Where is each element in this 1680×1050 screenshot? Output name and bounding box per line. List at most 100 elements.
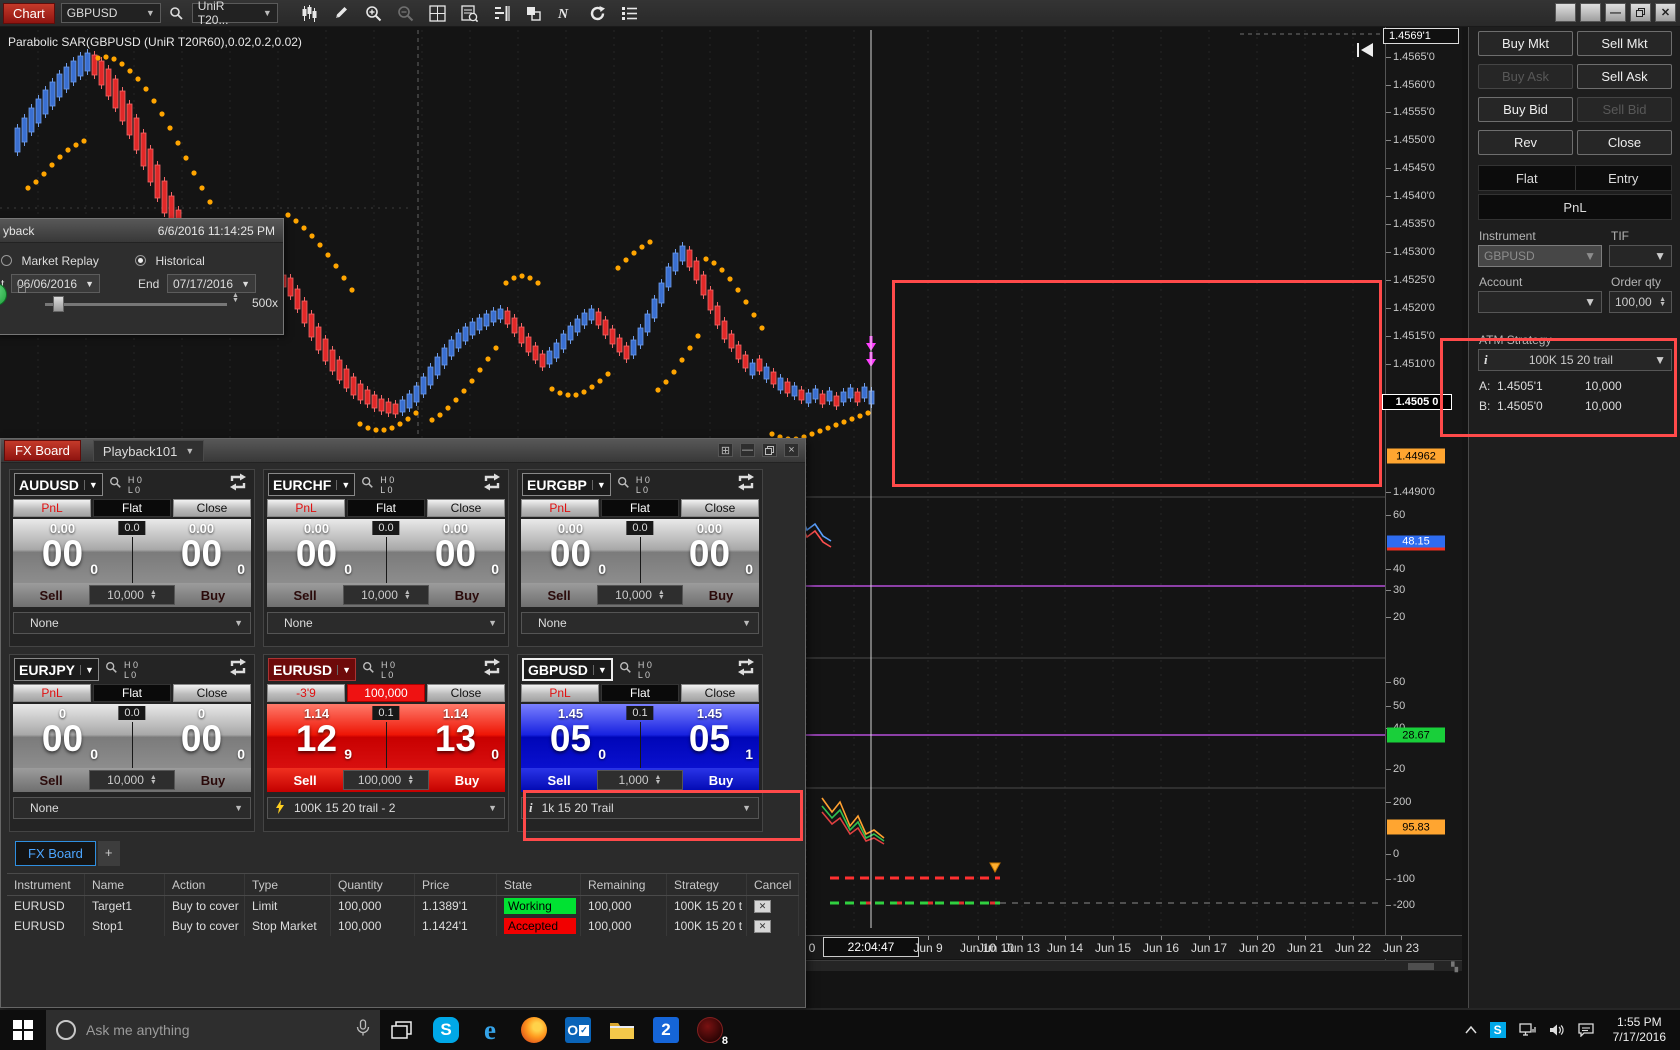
ninjatrader-icon[interactable]: 8 bbox=[688, 1010, 732, 1050]
blank-icon[interactable] bbox=[1555, 3, 1576, 22]
workspace-tab[interactable]: Playback101 ▼ bbox=[92, 440, 205, 461]
start-button[interactable] bbox=[0, 1010, 46, 1050]
playback-window[interactable]: yback 6/6/2016 11:14:25 PM Market Replay… bbox=[0, 218, 284, 335]
column-header-strategy[interactable]: Strategy bbox=[667, 874, 747, 895]
zoom-in-icon[interactable] bbox=[364, 4, 383, 23]
quantity-input[interactable]: 10,000 ▲ ▼ bbox=[89, 770, 175, 790]
minimize-icon[interactable]: — bbox=[740, 443, 755, 457]
position-button[interactable]: 100,000 bbox=[347, 684, 425, 702]
order-row[interactable]: EURUSD Target1 Buy to cover Limit 100,000 1.1… bbox=[7, 896, 799, 916]
speed-slider-track[interactable] bbox=[45, 303, 227, 306]
strategy-select[interactable]: 100K 15 20 trail - 2 ▼ bbox=[267, 797, 505, 819]
cortana-search-box[interactable]: Ask me anything bbox=[46, 1010, 380, 1050]
search-icon[interactable] bbox=[361, 476, 374, 494]
fx-board-titlebar[interactable]: FX Board Playback101 ▼ ⊞ — × bbox=[1, 439, 805, 463]
instrument-link-icon[interactable] bbox=[736, 473, 756, 496]
fx-board-chip[interactable]: FX Board bbox=[4, 440, 81, 461]
quantity-input[interactable]: 10,000 ▲ ▼ bbox=[89, 585, 175, 605]
restore-icon[interactable] bbox=[762, 443, 777, 457]
task-view-icon[interactable] bbox=[380, 1010, 424, 1050]
buy-button[interactable]: Buy bbox=[683, 773, 759, 788]
search-icon[interactable] bbox=[109, 476, 122, 494]
order-qty-input[interactable]: 100,00 ▲ ▼ bbox=[1609, 291, 1672, 313]
close-button[interactable]: Close bbox=[173, 684, 251, 702]
instrument-link-icon[interactable] bbox=[482, 658, 502, 681]
search-icon[interactable] bbox=[617, 476, 630, 494]
column-header-state[interactable]: State bbox=[497, 874, 581, 895]
sell-ask-button[interactable]: Sell Ask bbox=[1577, 64, 1672, 89]
checkbox[interactable] bbox=[18, 285, 26, 293]
play-button[interactable] bbox=[0, 283, 7, 306]
ninjascript-icon[interactable]: N bbox=[556, 4, 575, 23]
instrument-select[interactable]: GBPUSD ▼ bbox=[1478, 245, 1602, 267]
column-header-cancel[interactable]: Cancel bbox=[747, 874, 799, 895]
search-icon[interactable] bbox=[619, 661, 632, 679]
chart-trader-icon[interactable] bbox=[460, 4, 479, 23]
resize-grip-icon[interactable]: ▚ bbox=[1451, 962, 1458, 973]
volume-icon[interactable] bbox=[1549, 1023, 1565, 1037]
order-row[interactable]: EURUSD Stop1 Buy to cover Stop Market 100,00… bbox=[7, 916, 799, 936]
sell-button[interactable]: Sell bbox=[521, 588, 597, 603]
search-icon[interactable] bbox=[362, 661, 375, 679]
entry-button[interactable]: Entry bbox=[1576, 166, 1672, 190]
pnl-button[interactable]: PnL bbox=[267, 499, 345, 517]
instrument-dropdown[interactable]: GBPUSD ▼ bbox=[60, 3, 161, 23]
buy-mkt-button[interactable]: Buy Mkt bbox=[1478, 31, 1573, 56]
price-axis[interactable]: 1.4569'1 1.4505 0 1.4565'0 1.4560'0 1.4555… bbox=[1382, 27, 1462, 970]
close-icon[interactable]: × bbox=[784, 443, 799, 457]
radio-icon[interactable] bbox=[1, 255, 12, 266]
close-button[interactable]: Close bbox=[681, 499, 759, 517]
file-explorer-icon[interactable] bbox=[600, 1010, 644, 1050]
buy-ask-button[interactable]: Buy Ask bbox=[1478, 64, 1573, 89]
column-header-instrument[interactable]: Instrument bbox=[7, 874, 85, 895]
sell-mkt-button[interactable]: Sell Mkt bbox=[1577, 31, 1672, 56]
sell-button[interactable]: Sell bbox=[267, 773, 343, 788]
market-replay-radio[interactable]: Market Replay bbox=[1, 252, 99, 270]
skype-tray-icon[interactable]: S bbox=[1489, 1022, 1506, 1038]
sell-price-panel[interactable]: 0.00 00 0 bbox=[13, 519, 112, 583]
sell-bid-button[interactable]: Sell Bid bbox=[1577, 97, 1672, 122]
pnl-button[interactable]: -3'9 bbox=[267, 684, 345, 702]
column-header-name[interactable]: Name bbox=[85, 874, 165, 895]
sell-button[interactable]: Sell bbox=[521, 773, 597, 788]
buy-price-panel[interactable]: 1.45 05 1 bbox=[660, 704, 759, 768]
reload-icon[interactable] bbox=[588, 4, 607, 23]
symbol-dropdown[interactable]: EURGBP ▼ bbox=[522, 473, 611, 496]
search-icon[interactable] bbox=[105, 661, 118, 679]
pnl-button[interactable]: PnL bbox=[1478, 194, 1672, 220]
close-icon[interactable]: ✕ bbox=[1655, 3, 1676, 22]
position-button[interactable]: Flat bbox=[601, 499, 679, 517]
tray-expand-icon[interactable] bbox=[1465, 1026, 1477, 1034]
instrument-link-icon[interactable] bbox=[228, 473, 248, 496]
radio-selected-icon[interactable] bbox=[135, 255, 146, 266]
buy-button[interactable]: Buy bbox=[683, 588, 759, 603]
chart-window-chip[interactable]: Chart bbox=[3, 2, 55, 24]
pnl-button[interactable]: PnL bbox=[521, 499, 599, 517]
end-date-select[interactable]: 07/17/2016 ▼ bbox=[167, 274, 256, 293]
symbol-dropdown[interactable]: GBPUSD ▼ bbox=[522, 658, 613, 681]
strategy-select[interactable]: None ▼ bbox=[521, 612, 759, 634]
fx-board-window[interactable]: FX Board Playback101 ▼ ⊞ — × AUDUSD ▼ H 0… bbox=[0, 438, 806, 1008]
symbol-dropdown[interactable]: EURJPY ▼ bbox=[14, 658, 99, 681]
list-icon[interactable] bbox=[620, 4, 639, 23]
zoom-out-icon[interactable] bbox=[396, 4, 415, 23]
symbol-dropdown[interactable]: AUDUSD ▼ bbox=[14, 473, 103, 496]
close-button[interactable]: Close bbox=[427, 684, 505, 702]
sell-button[interactable]: Sell bbox=[13, 588, 89, 603]
pnl-button[interactable]: PnL bbox=[13, 499, 91, 517]
position-button[interactable]: Flat bbox=[93, 684, 171, 702]
scrollbar-handle[interactable] bbox=[1408, 963, 1434, 970]
close-button[interactable]: Close bbox=[681, 684, 759, 702]
rev-button[interactable]: Rev bbox=[1478, 130, 1573, 155]
column-header-quantity[interactable]: Quantity bbox=[331, 874, 415, 895]
buy-price-panel[interactable]: 0.00 00 0 bbox=[406, 519, 505, 583]
buy-price-panel[interactable]: 0.00 00 0 bbox=[152, 519, 251, 583]
grid-icon[interactable] bbox=[428, 4, 447, 23]
symbol-dropdown[interactable]: EURCHF ▼ bbox=[268, 473, 356, 496]
buy-price-panel[interactable]: 0 00 0 bbox=[152, 704, 251, 768]
quantity-input[interactable]: 100,000 ▲ ▼ bbox=[343, 770, 429, 790]
taskbar-clock[interactable]: 1:55 PM 7/17/2016 bbox=[1607, 1015, 1672, 1045]
speed-slider-handle[interactable] bbox=[53, 296, 64, 312]
close-button[interactable]: Close bbox=[1577, 130, 1672, 155]
buy-button[interactable]: Buy bbox=[429, 588, 505, 603]
